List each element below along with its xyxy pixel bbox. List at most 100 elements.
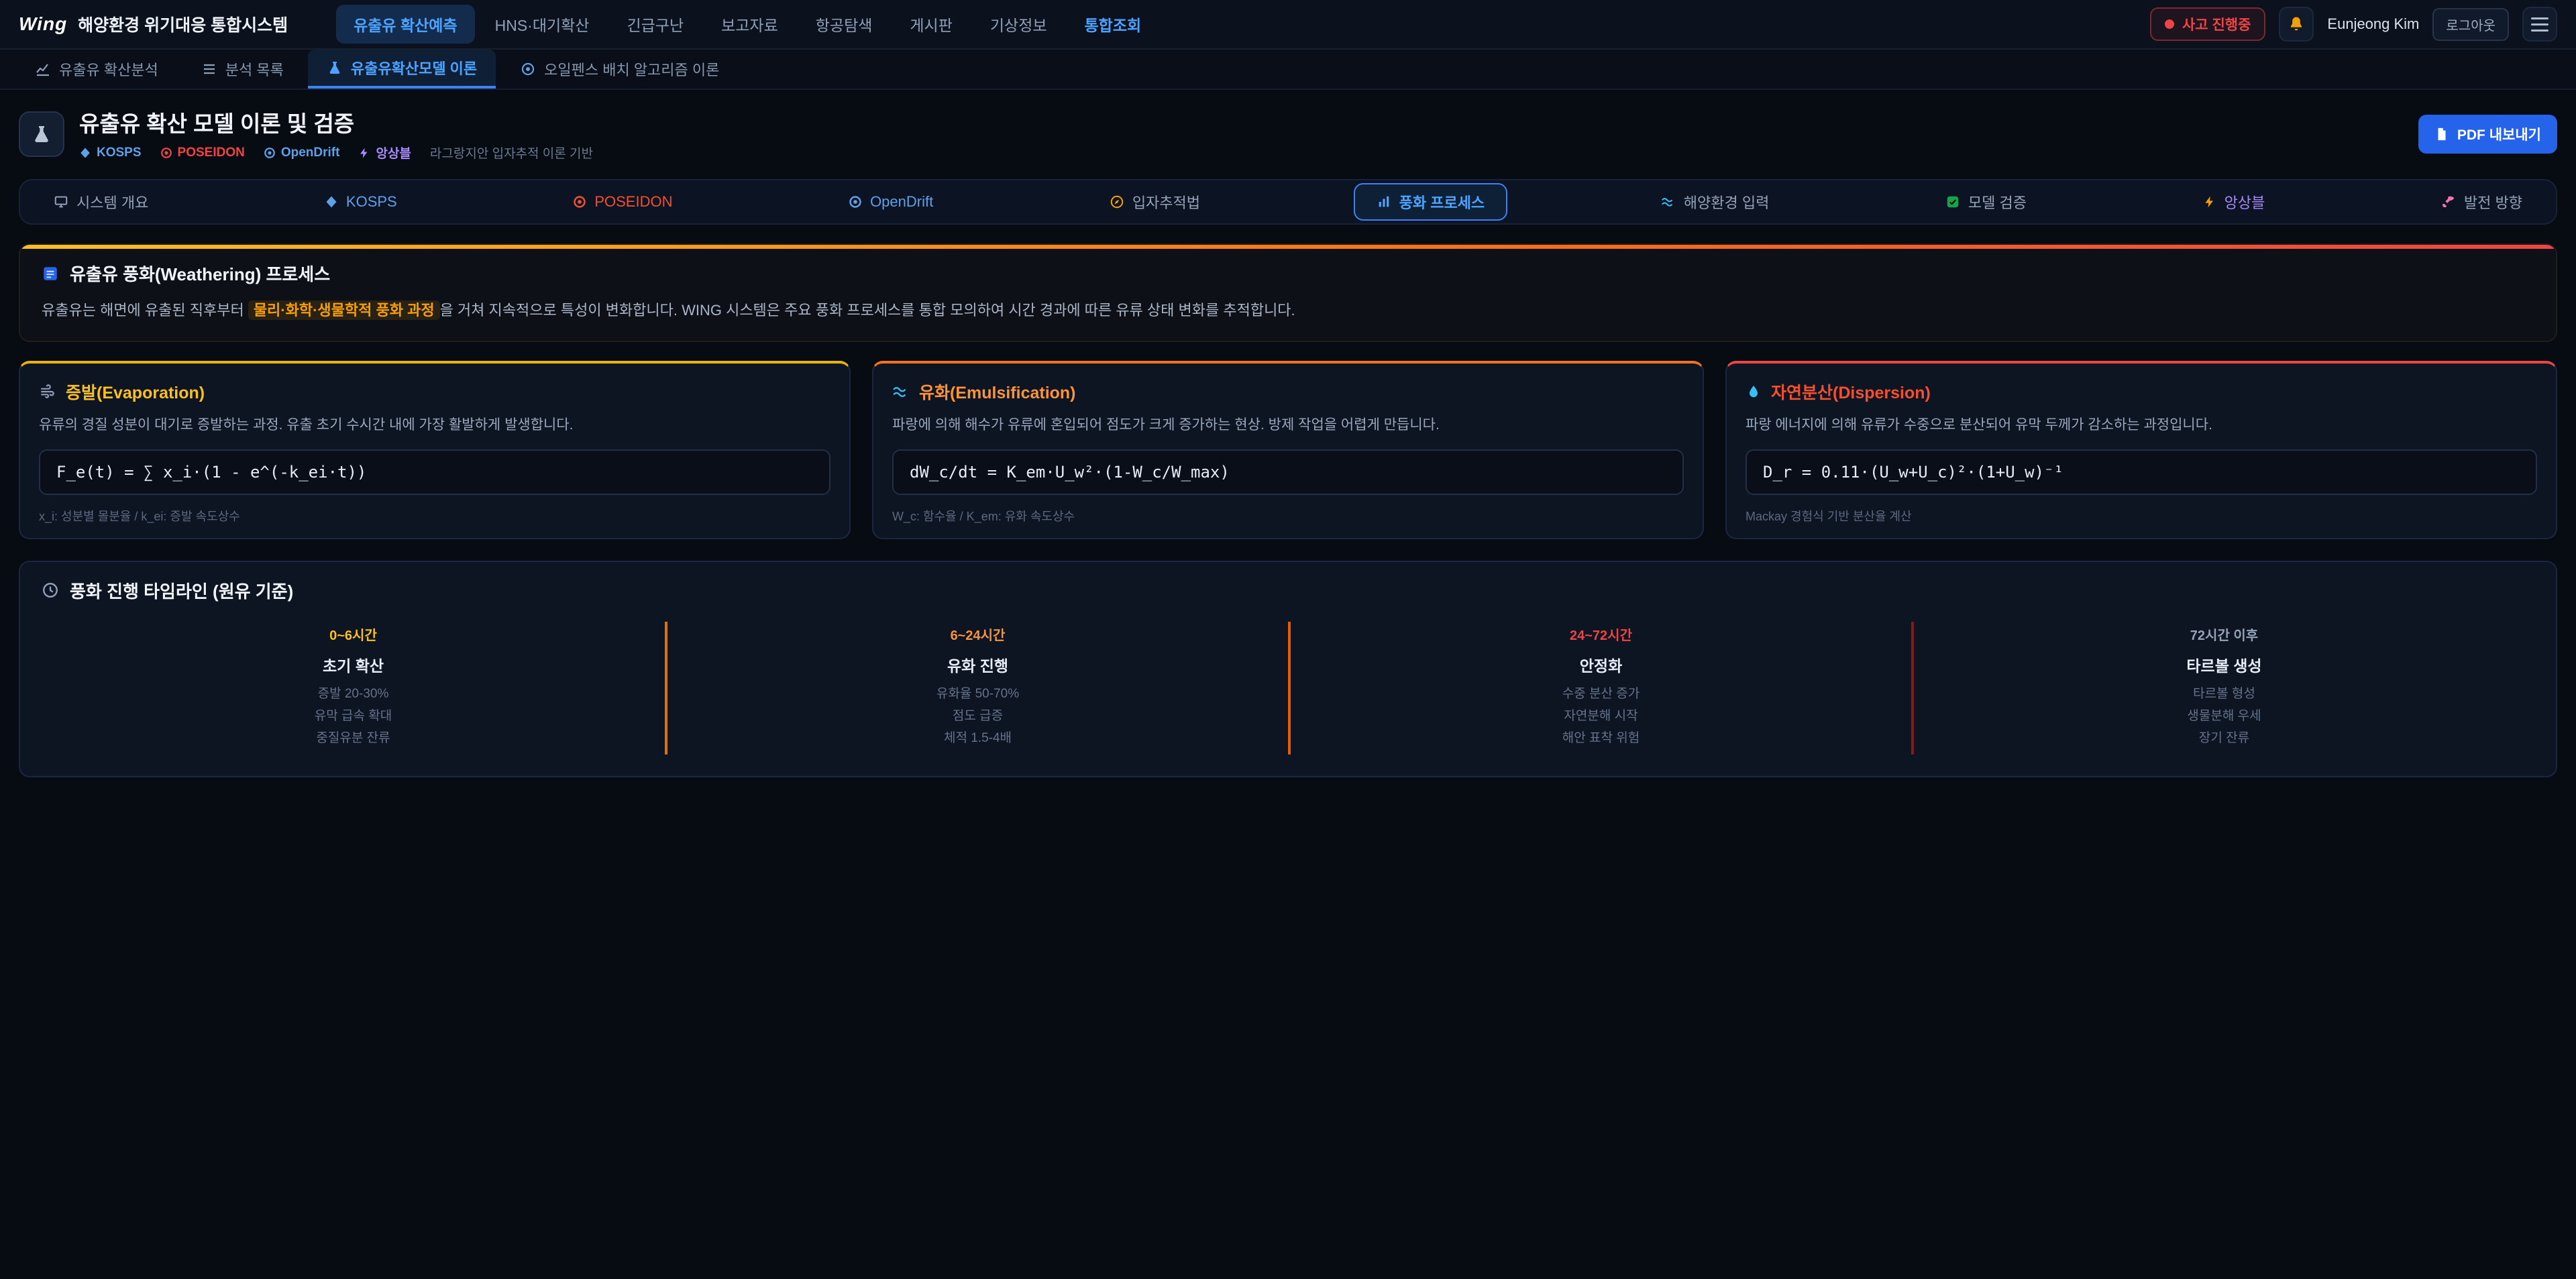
stage-detail: 유막 급속 확대 xyxy=(68,705,638,727)
badge-ensemble: 앙상블 xyxy=(358,144,411,162)
pill-future-direction[interactable]: 발전 방향 xyxy=(2418,183,2545,221)
stage-period: 0~6시간 xyxy=(68,624,638,644)
tab-label: 오일펜스 배치 알고리즘 이론 xyxy=(544,58,719,80)
timeline-grid: 0~6시간 초기 확산 증발 20-30% 유막 급속 확대 중질유분 잔류 6… xyxy=(42,622,2534,755)
pill-opendrift[interactable]: OpenDrift xyxy=(826,185,956,219)
card-footnote: x_i: 성분별 몰분율 / k_ei: 증발 속도상수 xyxy=(39,507,830,524)
menu-button[interactable] xyxy=(2522,7,2557,42)
card-title: 자연분산(Dispersion) xyxy=(1746,380,2537,404)
nav-item-hns-atmospheric[interactable]: HNS·대기확산 xyxy=(478,5,607,44)
pill-poseidon[interactable]: POSEIDON xyxy=(550,185,695,219)
intro-text: 을 거쳐 지속적으로 특성이 변화합니다. WING 시스템은 주요 풍화 프로… xyxy=(440,302,1295,319)
card-title: 유화(Emulsification) xyxy=(892,380,1684,404)
list-icon xyxy=(201,61,217,77)
nav-item-oil-spill-forecast[interactable]: 유출유 확산예측 xyxy=(336,5,475,44)
pill-ensemble[interactable]: 앙상블 xyxy=(2180,183,2288,221)
stage-detail: 해안 표착 위험 xyxy=(1318,727,1884,749)
tab-oilfence-algorithm-theory[interactable]: 오일펜스 배치 알고리즘 이론 xyxy=(501,50,738,89)
pill-label: 모델 검증 xyxy=(1968,191,2027,213)
pill-weathering-process[interactable]: 풍화 프로세스 xyxy=(1354,183,1508,221)
nav-item-reports[interactable]: 보고자료 xyxy=(704,5,796,44)
stage-phase: 타르볼 생성 xyxy=(1941,653,2508,676)
weathering-panel-title: 유출유 풍화(Weathering) 프로세스 xyxy=(42,261,2534,286)
nav-item-aerial-search[interactable]: 항공탐색 xyxy=(798,5,890,44)
pill-model-validation[interactable]: 모델 검증 xyxy=(1923,183,2049,221)
intro-highlight: 물리·화학·생물학적 풍화 과정 xyxy=(248,300,440,320)
brand: Wing 해양환경 위기대응 통합시스템 xyxy=(19,12,288,36)
pill-label: POSEIDON xyxy=(594,193,672,211)
flask-icon xyxy=(327,60,343,76)
stage-detail: 자연분해 시작 xyxy=(1318,705,1884,727)
sub-tab-bar: 유출유 확산분석 분석 목록 유출유확산모델 이론 오일펜스 배치 알고리즘 이… xyxy=(0,50,2576,90)
pill-marine-environment-input[interactable]: 해양환경 입력 xyxy=(1638,183,1792,221)
section-tab-bar: 시스템 개요 KOSPS POSEIDON OpenDrift 입자추적법 풍화… xyxy=(19,179,2557,225)
check-icon xyxy=(1945,194,1960,209)
weathering-intro-panel: 유출유 풍화(Weathering) 프로세스 유출유는 해면에 유출된 직후부… xyxy=(19,243,2557,342)
nav-item-weather[interactable]: 기상정보 xyxy=(973,5,1065,44)
wing-logo: Wing xyxy=(19,13,67,35)
tab-label: 유출유 확산분석 xyxy=(59,58,158,80)
stage-detail: 증발 20-30% xyxy=(68,683,638,705)
incident-dot-icon xyxy=(2165,19,2174,29)
pill-particle-tracking[interactable]: 입자추적법 xyxy=(1087,183,1223,221)
stage-details: 유화율 50-70% 점도 급증 체적 1.5-4배 xyxy=(694,683,1261,750)
tab-model-theory[interactable]: 유출유확산모델 이론 xyxy=(308,50,496,89)
diamond-icon xyxy=(325,195,338,209)
topnav-right: 사고 진행중 Eunjeong Kim 로그아웃 xyxy=(2150,7,2557,42)
nav-item-board[interactable]: 게시판 xyxy=(892,5,969,44)
document-icon xyxy=(42,265,59,282)
stage-period: 72시간 이후 xyxy=(1941,624,2508,644)
bolt-icon xyxy=(358,147,370,159)
intro-text: 유출유는 해면에 유출된 직후부터 xyxy=(42,302,248,319)
tab-analysis-list[interactable]: 분석 목록 xyxy=(182,50,303,89)
card-title-label: 유화(Emulsification) xyxy=(919,380,1076,404)
timeline-stage-tarball: 72시간 이후 타르볼 생성 타르볼 형성 생물분해 우세 장기 잔류 xyxy=(1911,622,2534,755)
droplet-icon xyxy=(1746,384,1762,400)
timeline-stage-stabilization: 24~72시간 안정화 수중 분산 증가 자연분해 시작 해안 표착 위험 xyxy=(1288,622,1911,755)
card-dispersion: 자연분산(Dispersion) 파랑 에너지에 의해 유류가 수중으로 분산되… xyxy=(1725,361,2557,539)
page-header: 유출유 확산 모델 이론 및 검증 KOSPS POSEIDON OpenDri… xyxy=(19,106,2557,162)
pill-label: OpenDrift xyxy=(870,193,933,211)
pill-system-overview[interactable]: 시스템 개요 xyxy=(31,183,171,221)
pdf-export-label: PDF 내보내기 xyxy=(2457,124,2541,144)
circle-dot-icon xyxy=(264,147,276,159)
stage-details: 수중 분산 증가 자연분해 시작 해안 표착 위험 xyxy=(1318,683,1884,750)
badge-poseidon: POSEIDON xyxy=(160,146,245,160)
stage-details: 증발 20-30% 유막 급속 확대 중질유분 잔류 xyxy=(68,683,638,750)
page-header-left: 유출유 확산 모델 이론 및 검증 KOSPS POSEIDON OpenDri… xyxy=(19,106,593,162)
nav-item-integrated-search[interactable]: 통합조회 xyxy=(1067,5,1159,44)
pdf-export-button[interactable]: PDF 내보내기 xyxy=(2418,115,2557,154)
card-description: 파랑 에너지에 의해 유류가 수중으로 분산되어 유막 두께가 감소하는 과정입… xyxy=(1746,414,2537,436)
pill-label: 시스템 개요 xyxy=(76,191,148,213)
timeline-stage-initial-spread: 0~6시간 초기 확산 증발 20-30% 유막 급속 확대 중질유분 잔류 xyxy=(42,622,665,755)
stage-details: 타르볼 형성 생물분해 우세 장기 잔류 xyxy=(1941,683,2508,750)
tab-spill-analysis[interactable]: 유출유 확산분석 xyxy=(16,50,177,89)
circle-dot-icon xyxy=(160,147,172,159)
process-cards-row: 증발(Evaporation) 유류의 경질 성분이 대기로 증발하는 과정. … xyxy=(19,361,2557,539)
stage-period: 24~72시간 xyxy=(1318,624,1884,644)
stage-detail: 체적 1.5-4배 xyxy=(694,727,1261,749)
dispersion-formula: D_r = 0.11·(U_w+U_c)²·(1+U_w)⁻¹ xyxy=(1746,449,2537,495)
badge-label: OpenDrift xyxy=(281,146,340,160)
pill-kosps[interactable]: KOSPS xyxy=(302,185,420,219)
logout-button[interactable]: 로그아웃 xyxy=(2432,8,2509,41)
incident-status-badge[interactable]: 사고 진행중 xyxy=(2150,7,2265,41)
notification-bell-button[interactable] xyxy=(2279,7,2314,42)
flask-icon xyxy=(31,123,52,145)
monitor-icon xyxy=(54,194,68,209)
hamburger-icon xyxy=(2531,17,2548,32)
pill-label: 풍화 프로세스 xyxy=(1399,191,1485,213)
stage-detail: 수중 분산 증가 xyxy=(1318,683,1884,705)
stage-detail: 생물분해 우세 xyxy=(1941,705,2508,727)
nav-item-emergency-rescue[interactable]: 긴급구난 xyxy=(609,5,701,44)
clock-icon xyxy=(42,581,59,599)
pill-label: KOSPS xyxy=(346,193,397,211)
bar-chart-icon xyxy=(1377,194,1391,209)
page-title-icon-box xyxy=(19,111,64,157)
card-title-label: 자연분산(Dispersion) xyxy=(1771,380,1931,404)
card-footnote: W_c: 함수율 / K_em: 유화 속도상수 xyxy=(892,507,1684,524)
stage-phase: 안정화 xyxy=(1318,653,1884,676)
card-title: 증발(Evaporation) xyxy=(39,380,830,404)
weathering-timeline-panel: 풍화 진행 타임라인 (원유 기준) 0~6시간 초기 확산 증발 20-30%… xyxy=(19,561,2557,778)
badge-label: 앙상블 xyxy=(376,144,411,162)
